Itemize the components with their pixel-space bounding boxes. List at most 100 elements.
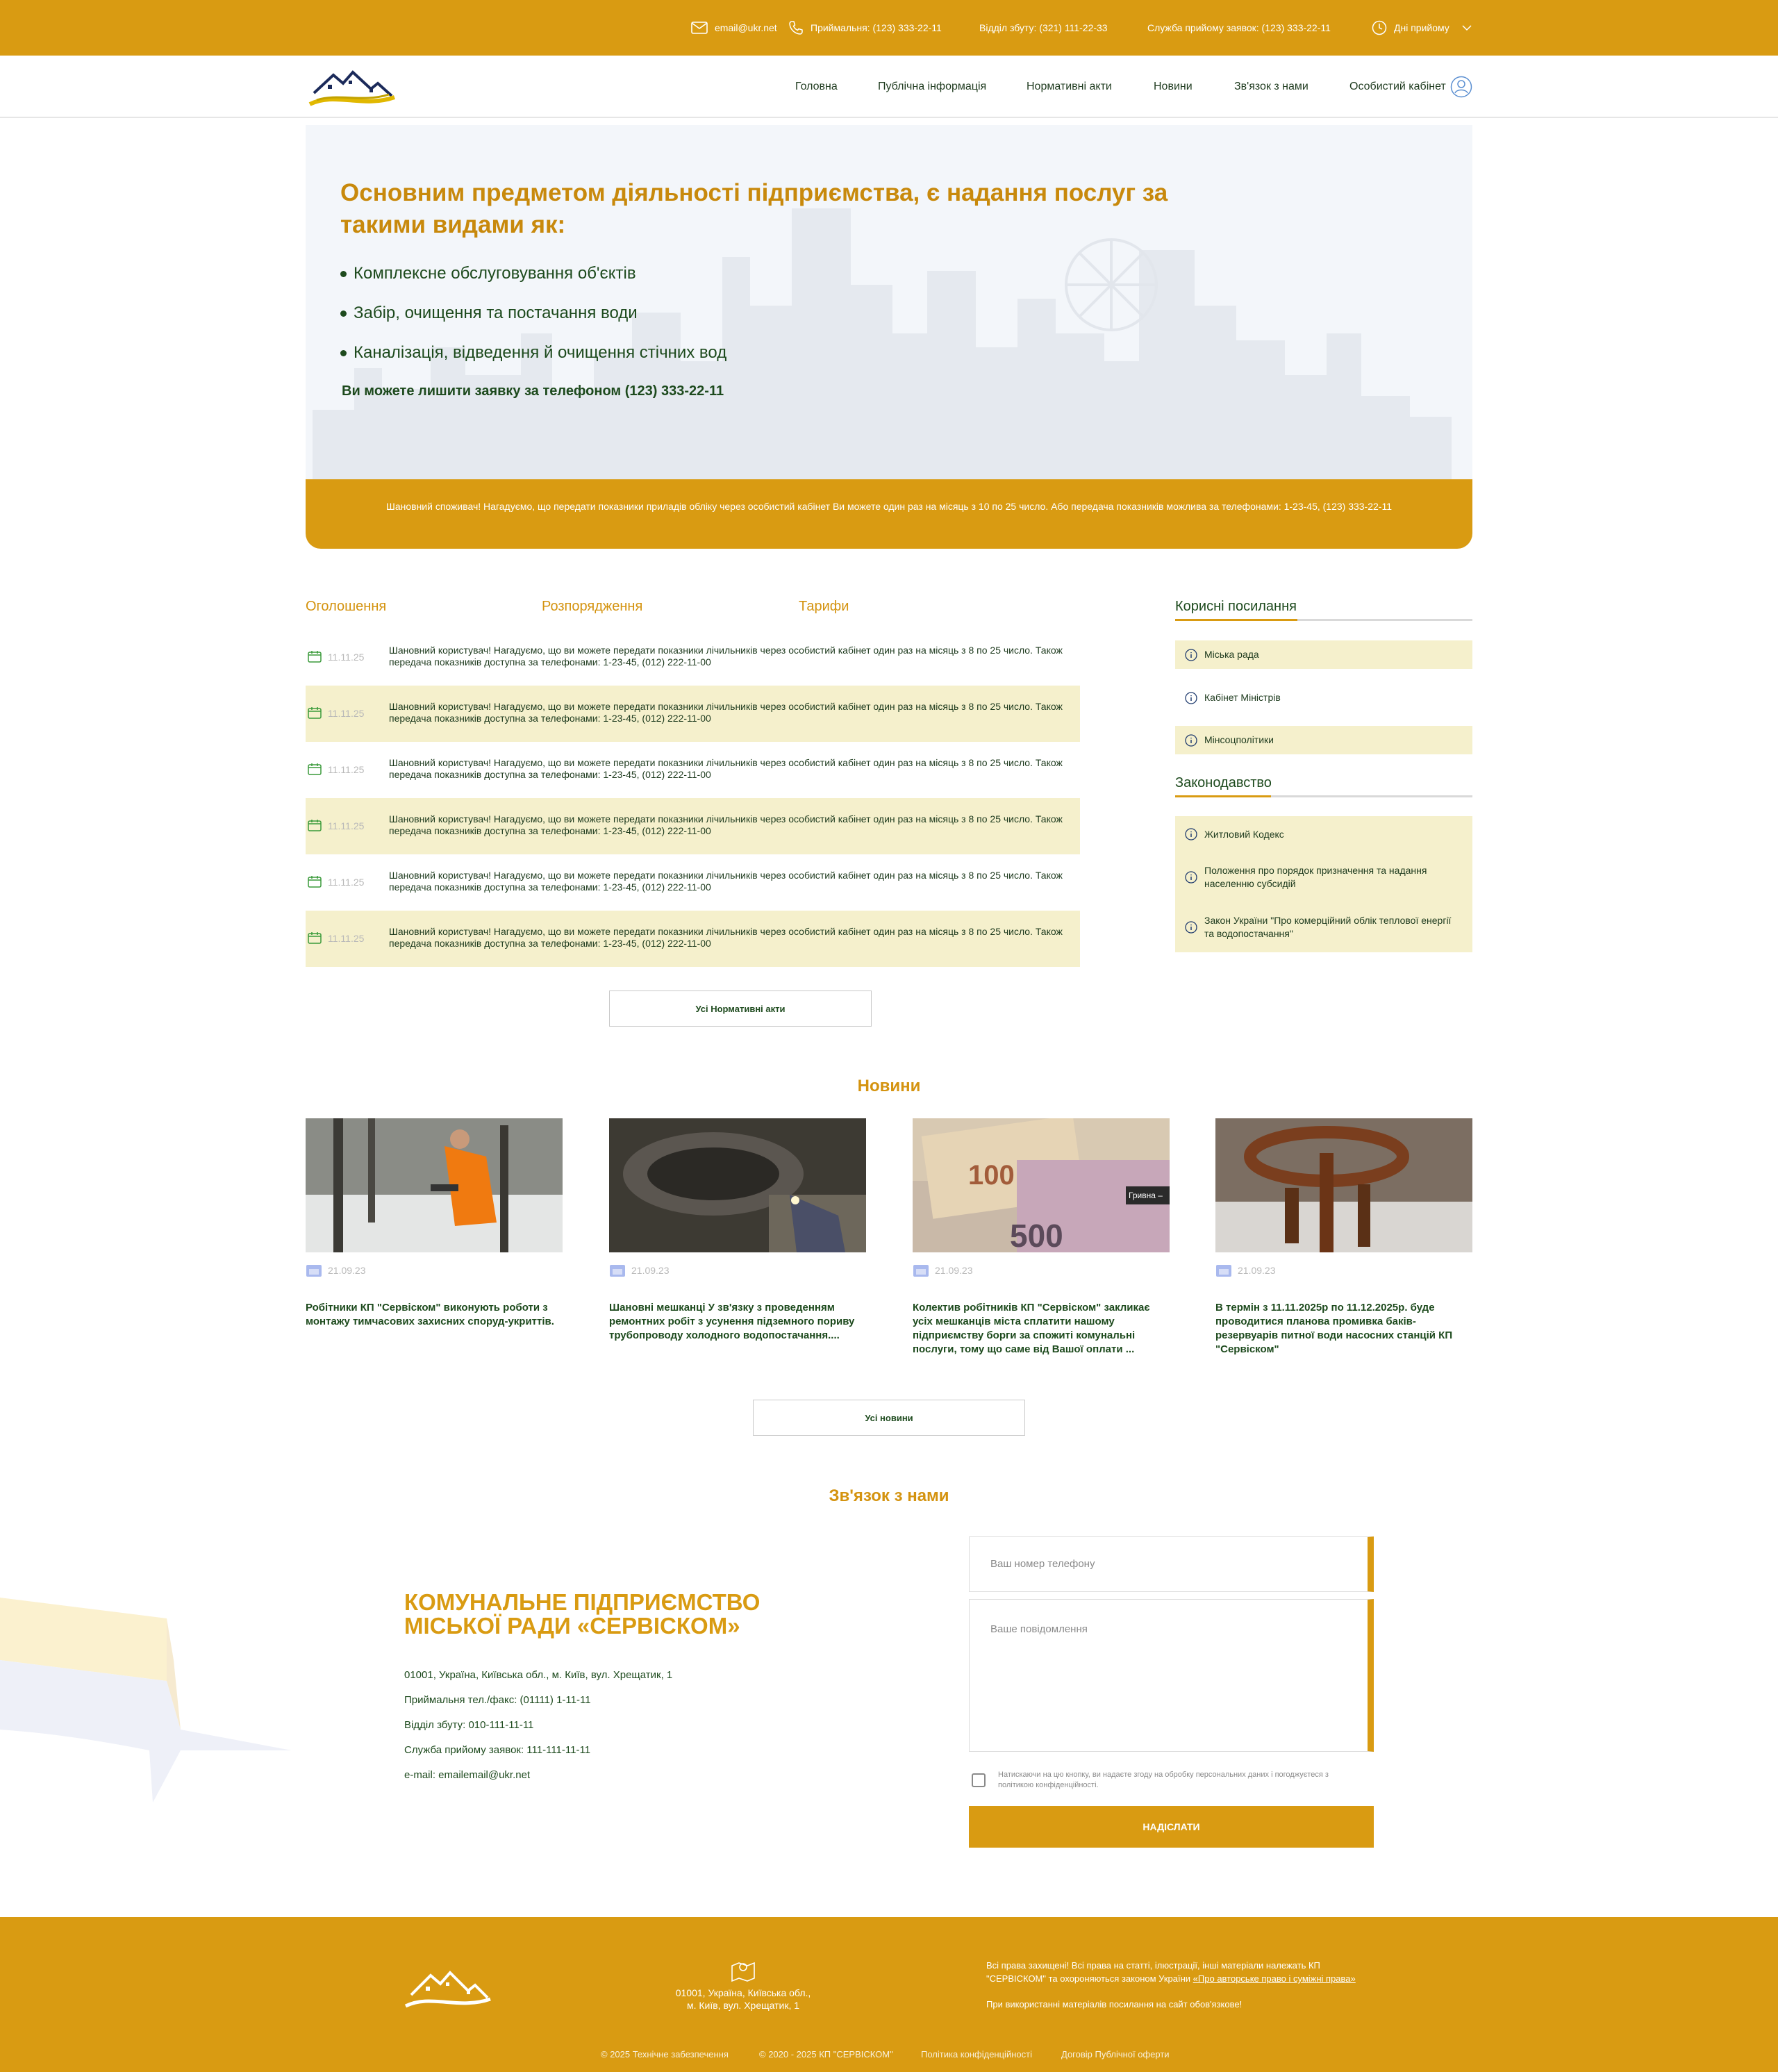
news-section-title: Новини	[857, 1077, 921, 1095]
bullet-icon	[340, 271, 347, 277]
heading-underline	[1175, 619, 1297, 621]
announcement-text: Шановний користувач! Нагадуємо, що ви мо…	[389, 757, 1063, 780]
info-icon	[1185, 648, 1197, 661]
email-contact[interactable]: email@ukr.net	[691, 0, 777, 56]
news-title[interactable]: Колектив робітників КП "Сервіском" закли…	[913, 1301, 1171, 1357]
news-title[interactable]: Шановні мешканці У зв'язку з проведенням…	[609, 1301, 867, 1343]
site-footer: 01001, Україна, Київська обл., м. Київ, …	[0, 1917, 1778, 2072]
list-item[interactable]: 11.11.25 Шановний користувач! Нагадуємо,…	[306, 629, 1080, 686]
announcement-text: Шановний користувач! Нагадуємо, що ви мо…	[389, 870, 1063, 893]
privacy-policy-link[interactable]: Політика конфіденційності	[921, 2049, 1032, 2059]
nav-contact[interactable]: Зв'язок з нами	[1234, 56, 1308, 118]
ukraine-ribbon-decoration	[0, 1598, 292, 1802]
link-metering-law[interactable]: Закон України "Про комерційний облік теп…	[1175, 914, 1472, 940]
list-item[interactable]: 11.11.25 Шановний користувач! Нагадуємо,…	[306, 686, 1080, 742]
footer-address: 01001, Україна, Київська обл., м. Київ, …	[675, 1987, 811, 2011]
contact-email: e-mail: emailemail@ukr.net	[404, 1769, 531, 1781]
nav-personal-cabinet[interactable]: Особистий кабінет	[1349, 56, 1446, 118]
footer-logo-icon[interactable]	[403, 1964, 493, 2013]
phone-field[interactable]: Ваш номер телефону	[969, 1536, 1374, 1592]
info-icon	[1185, 828, 1197, 840]
news-image[interactable]	[306, 1118, 563, 1252]
announcement-text: Шановний користувач! Нагадуємо, що ви мо…	[389, 926, 1063, 949]
news-image[interactable]	[1215, 1118, 1472, 1252]
requests-phone[interactable]: Служба прийому заявок: (123) 333-22-11	[1147, 0, 1331, 56]
contact-section-title: Зв'язок з нами	[829, 1486, 949, 1505]
news-date: 21.09.23	[306, 1263, 366, 1277]
public-offer-link[interactable]: Договір Публічної оферти	[1061, 2049, 1170, 2059]
list-item[interactable]: 11.11.25 Шановний користувач! Нагадуємо,…	[306, 798, 1080, 854]
announcement-date: 11.11.25	[328, 764, 365, 775]
site-header: Головна Публічна інформація Нормативні а…	[0, 56, 1778, 118]
clock-icon	[1372, 20, 1387, 35]
link-subsidies-regulation[interactable]: Положення про порядок призначення та над…	[1175, 864, 1472, 890]
sales-text: Відділ збуту: (321) 111-22-33	[979, 22, 1108, 33]
service-item: Каналізація, відведення й очищення стічн…	[340, 343, 726, 383]
contact-reception: Приймальня тел./факс: (01111) 1-11-11	[404, 1694, 591, 1706]
hero-title: Основним предметом діяльності підприємст…	[340, 179, 1168, 238]
contact-address: 01001, Україна, Київська обл., м. Київ, …	[404, 1669, 673, 1681]
logo-icon[interactable]	[307, 65, 397, 111]
news-title[interactable]: В термін з 11.11.2025р по 11.12.2025р. б…	[1215, 1301, 1474, 1357]
link-housing-code[interactable]: Житловий Кодекс	[1175, 828, 1472, 841]
chevron-down-icon	[1462, 25, 1472, 31]
all-regulations-button[interactable]: Усі Нормативні акти	[609, 991, 872, 1027]
message-field[interactable]: Ваше повідомлення	[969, 1599, 1374, 1752]
contact-sales: Відділ збуту: 010-111-11-11	[404, 1719, 534, 1731]
list-item[interactable]: 11.11.25 Шановний користувач! Нагадуємо,…	[306, 911, 1080, 967]
tab-announcements[interactable]: Оголошення	[306, 599, 386, 615]
announcement-date: 11.11.25	[328, 877, 365, 888]
announcement-text: Шановний користувач! Нагадуємо, що ви мо…	[389, 645, 1063, 668]
user-icon[interactable]	[1450, 76, 1472, 98]
phone-icon	[789, 21, 803, 35]
announcement-text: Шановний користувач! Нагадуємо, що ви мо…	[389, 813, 1063, 836]
hero-banner: Основним предметом діяльності підприємст…	[306, 125, 1472, 479]
calendar-icon	[308, 932, 322, 944]
announcement-text: Шановний користувач! Нагадуємо, що ви мо…	[389, 701, 1063, 724]
svg-text:100: 100	[968, 1160, 1015, 1191]
tech-support-link[interactable]: © 2025 Технічне забезпечення	[601, 2049, 729, 2059]
calendar-icon	[308, 763, 322, 775]
nav-news[interactable]: Новини	[1154, 56, 1193, 118]
tab-tariffs[interactable]: Тарифи	[799, 599, 849, 615]
reception-phone[interactable]: Приймальня: (123) 333-22-11	[788, 0, 942, 56]
news-title[interactable]: Робітники КП "Сервіском" виконують робот…	[306, 1301, 564, 1329]
link-city-council[interactable]: Міська рада	[1175, 640, 1472, 669]
heading-underline	[1175, 795, 1271, 797]
copyright-text: © 2020 - 2025 КП "СЕРВІСКОМ"	[759, 2049, 893, 2059]
list-item[interactable]: 11.11.25 Шановний користувач! Нагадуємо,…	[306, 854, 1080, 911]
sales-phone[interactable]: Відділ збуту: (321) 111-22-33	[979, 0, 1108, 56]
all-news-button[interactable]: Усі новини	[753, 1400, 1025, 1436]
useful-links-heading: Корисні посилання	[1175, 599, 1472, 621]
reception-days-dropdown[interactable]: Дні прийому	[1372, 0, 1472, 56]
meter-reading-notice: Шановний споживач! Нагадуємо, що передат…	[306, 479, 1472, 549]
nav-home[interactable]: Головна	[795, 56, 838, 118]
announcement-date: 11.11.25	[328, 820, 365, 831]
nav-regulations[interactable]: Нормативні акти	[1027, 56, 1112, 118]
calendar-icon	[610, 1265, 625, 1277]
tab-orders[interactable]: Розпорядження	[542, 599, 642, 615]
calendar-icon	[308, 707, 322, 719]
announcement-date: 11.11.25	[328, 708, 365, 719]
consent-checkbox[interactable]	[972, 1773, 986, 1787]
bullet-icon	[340, 350, 347, 356]
info-icon	[1185, 734, 1197, 747]
submit-button[interactable]: НАДІСЛАТИ	[969, 1806, 1374, 1848]
news-image[interactable]: 100 500 Гривна –	[913, 1118, 1170, 1252]
organization-name: КОМУНАЛЬНЕ ПІДПРИЄМСТВО МІСЬКОЇ РАДИ «СЕ…	[404, 1589, 761, 1639]
announcement-date: 11.11.25	[328, 933, 365, 944]
reception-text: Приймальня: (123) 333-22-11	[811, 22, 942, 33]
nav-public-info[interactable]: Публічна інформація	[878, 56, 986, 118]
list-item[interactable]: 11.11.25 Шановний користувач! Нагадуємо,…	[306, 742, 1080, 798]
news-image[interactable]	[609, 1118, 866, 1252]
image-caption: Гривна –	[1129, 1191, 1163, 1200]
link-cabinet-ministers[interactable]: Кабінет Міністрів	[1175, 683, 1472, 712]
link-social-policy[interactable]: Мінсоцполітики	[1175, 726, 1472, 754]
news-date: 21.09.23	[1215, 1263, 1276, 1277]
calendar-icon	[308, 876, 322, 888]
contact-requests: Служба прийому заявок: 111-111-11-11	[404, 1744, 591, 1756]
reception-days-label: Дні прийому	[1394, 22, 1449, 33]
copyright-law-link[interactable]: «Про авторське право і суміжні права»	[1193, 1973, 1356, 1984]
service-item: Забір, очищення та постачання води	[340, 304, 726, 343]
consent-text: Натискаючи на цю кнопку, ви надаєте згод…	[998, 1771, 1329, 1789]
